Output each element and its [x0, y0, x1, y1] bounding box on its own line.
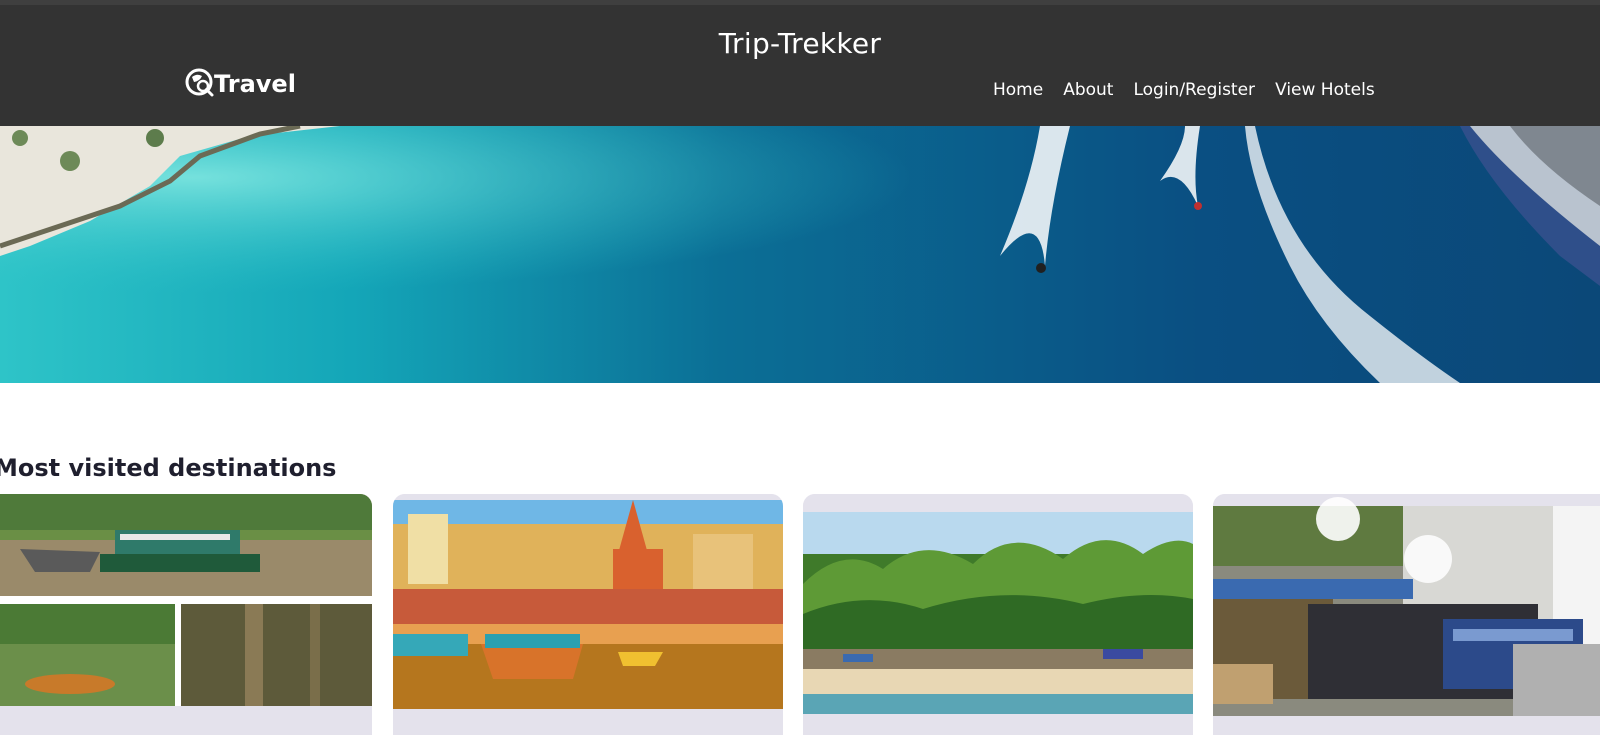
nav-about[interactable]: About — [1063, 80, 1113, 100]
logo-text: Travel — [214, 70, 296, 98]
destination-card-sundarbans[interactable] — [0, 494, 372, 735]
site-title: Trip-Trekker — [718, 27, 882, 60]
nav-login-register[interactable]: Login/Register — [1133, 80, 1255, 100]
hero-banner-image — [0, 126, 1600, 383]
destination-image-goa — [803, 494, 1193, 735]
destination-card-goa[interactable] — [803, 494, 1193, 735]
main-nav: Home About Login/Register View Hotels — [993, 80, 1375, 100]
globe-search-icon — [185, 68, 214, 97]
logo[interactable]: Travel — [184, 68, 296, 99]
nav-view-hotels[interactable]: View Hotels — [1275, 80, 1375, 100]
destination-image-varanasi — [393, 494, 783, 735]
section-title: Most visited destinations — [0, 454, 337, 482]
destination-image-sundarbans — [0, 494, 372, 735]
destination-image-darjeeling — [1213, 494, 1600, 735]
destination-card-varanasi[interactable] — [393, 494, 783, 735]
site-header: Trip-Trekker Travel Home About Login/Reg… — [0, 5, 1600, 126]
destination-card-darjeeling[interactable] — [1213, 494, 1600, 735]
nav-home[interactable]: Home — [993, 80, 1043, 100]
